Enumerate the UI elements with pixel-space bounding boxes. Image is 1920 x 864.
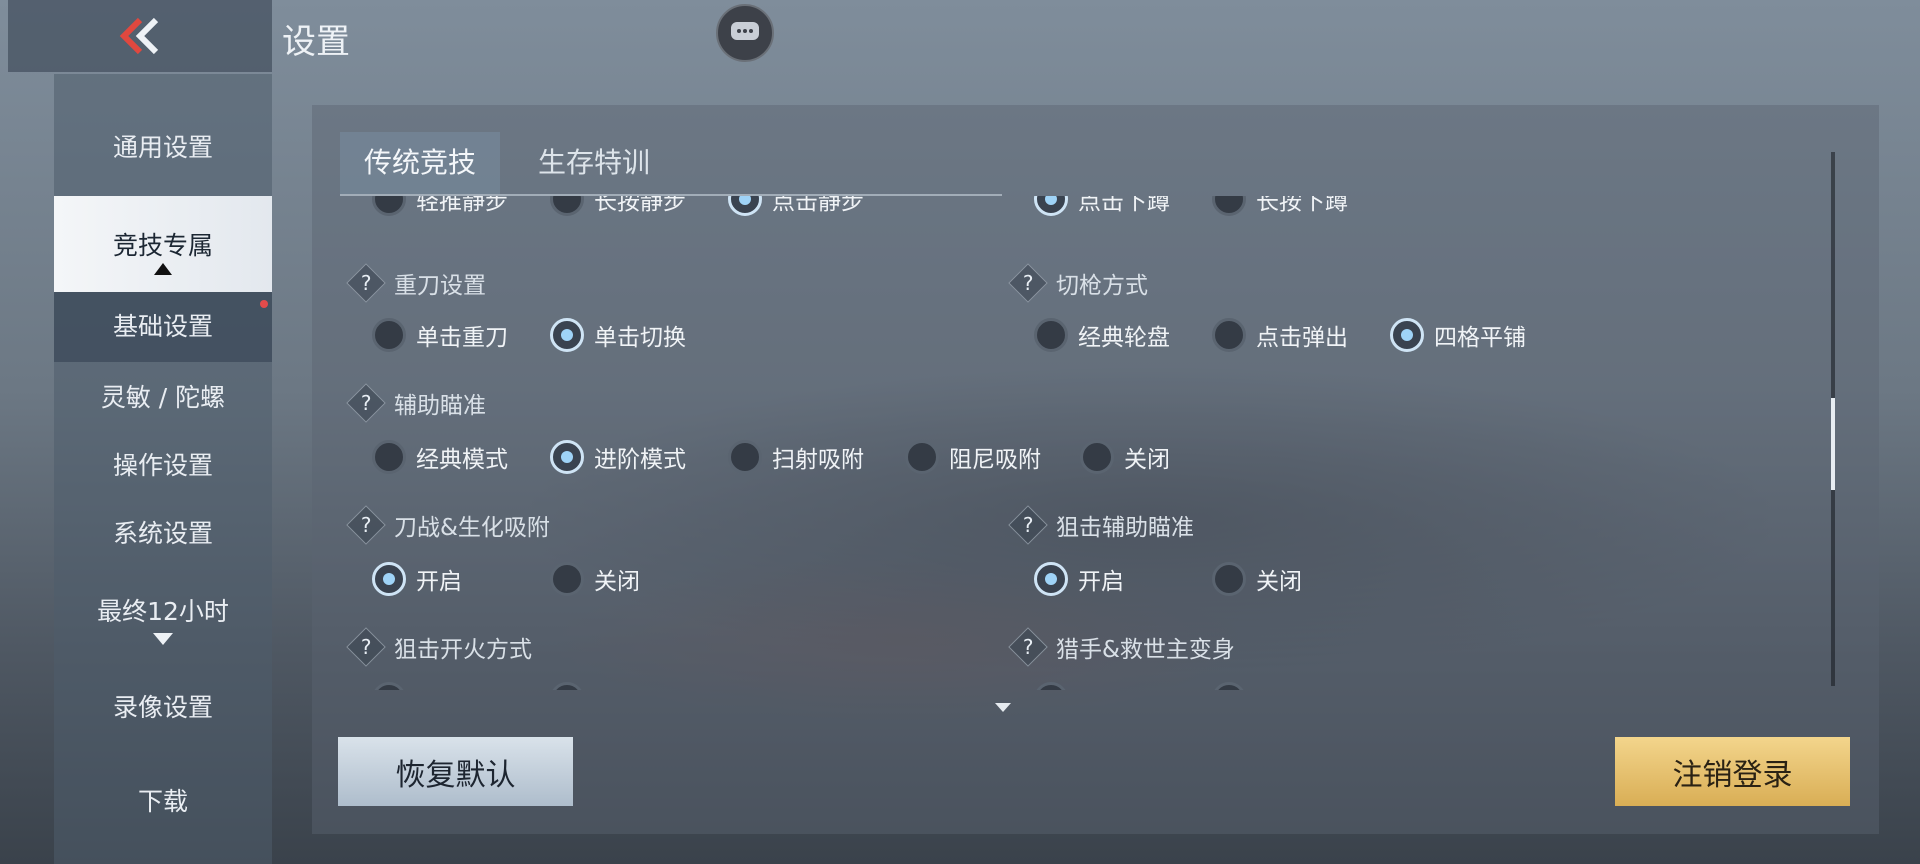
top-bar: 设置 — [0, 0, 1920, 72]
caret-down-icon — [153, 633, 173, 645]
radio-button[interactable] — [550, 562, 584, 596]
help-icon[interactable]: ? — [1008, 505, 1048, 545]
radio-button[interactable] — [728, 440, 762, 474]
setting-melee-adsorb-title: ? 刀战&生化吸附 — [346, 505, 550, 545]
sidebar-item-label: 竞技专属 — [112, 231, 213, 260]
settings-content: 轻推静步 长按静步 点击静步 点击下蹲 长按下蹲 ? 重刀设置 单击重刀 单击切换… — [340, 196, 1810, 690]
tab-survival[interactable]: 生存特训 — [514, 132, 674, 194]
radio-option[interactable]: 关闭 — [550, 562, 640, 596]
notification-dot — [260, 300, 268, 308]
setting-aim-assist-title: ? 辅助瞄准 — [346, 383, 486, 423]
radio-option[interactable]: 轻推静步 — [372, 196, 508, 216]
restore-defaults-button[interactable]: 恢复默认 — [338, 737, 573, 806]
radio-option[interactable]: 进阶模式 — [550, 440, 686, 474]
caret-up-icon — [154, 263, 172, 275]
radio-button[interactable] — [550, 682, 584, 690]
radio-button[interactable] — [372, 562, 406, 596]
radio-option[interactable]: 点击静步 — [728, 196, 864, 216]
radio-button[interactable] — [1034, 318, 1068, 352]
radio-option[interactable]: 长按静步 — [550, 196, 686, 216]
radio-option[interactable]: 单击切换 — [550, 318, 686, 352]
chat-bubble-icon — [731, 22, 759, 40]
tab-classic[interactable]: 传统竞技 — [340, 132, 501, 194]
page-title: 设置 — [282, 22, 350, 62]
radio-button[interactable] — [372, 682, 406, 690]
radio-button[interactable] — [1034, 682, 1068, 690]
radio-button[interactable] — [905, 440, 939, 474]
chat-button[interactable] — [716, 4, 774, 62]
radio-option[interactable]: 关闭 — [1212, 562, 1302, 596]
help-icon[interactable]: ? — [346, 505, 386, 545]
radio-option[interactable]: 经典模式 — [372, 440, 508, 474]
settings-sidebar: 通用设置 竞技专属 基础设置 灵敏 / 陀螺 操作设置 系统设置 最终12小时 … — [54, 74, 272, 864]
radio-button[interactable] — [1034, 196, 1068, 216]
radio-button[interactable] — [1212, 682, 1246, 690]
radio-option[interactable] — [1034, 682, 1078, 690]
help-icon[interactable]: ? — [346, 263, 386, 303]
double-chevron-left-icon — [119, 17, 159, 55]
radio-option[interactable]: 点击弹出 — [1212, 318, 1348, 352]
setting-heavy-blade-title: ? 重刀设置 — [346, 263, 486, 303]
radio-option[interactable]: 关闭 — [1080, 440, 1170, 474]
radio-button[interactable] — [1212, 196, 1246, 216]
scroll-down-indicator-icon — [995, 703, 1011, 712]
help-icon[interactable]: ? — [1008, 263, 1048, 303]
sidebar-item-sensitivity[interactable]: 灵敏 / 陀螺 — [54, 378, 272, 414]
radio-option[interactable] — [1212, 682, 1256, 690]
radio-option[interactable] — [550, 682, 594, 690]
radio-option[interactable]: 阻尼吸附 — [905, 440, 1041, 474]
radio-button[interactable] — [550, 318, 584, 352]
radio-option[interactable]: 单击重刀 — [372, 318, 508, 352]
radio-button[interactable] — [1212, 318, 1246, 352]
radio-button[interactable] — [1212, 562, 1246, 596]
radio-option[interactable]: 开启 — [372, 562, 462, 596]
help-icon[interactable]: ? — [1008, 627, 1048, 667]
setting-sniper-fire-title: ? 狙击开火方式 — [346, 627, 532, 667]
radio-button[interactable] — [550, 196, 584, 216]
sidebar-item-final-12h[interactable]: 最终12小时 — [54, 592, 272, 646]
radio-option[interactable]: 经典轮盘 — [1034, 318, 1170, 352]
sidebar-item-competitive[interactable]: 竞技专属 — [54, 196, 272, 292]
radio-button[interactable] — [1034, 562, 1068, 596]
radio-button[interactable] — [1390, 318, 1424, 352]
sidebar-item-controls[interactable]: 操作设置 — [54, 446, 272, 482]
radio-button[interactable] — [550, 440, 584, 474]
setting-sniper-assist-title: ? 狙击辅助瞄准 — [1008, 505, 1194, 545]
sidebar-item-download[interactable]: 下载 — [54, 782, 272, 818]
mode-tabs: 传统竞技 生存特训 — [340, 132, 1002, 196]
radio-option[interactable]: 长按下蹲 — [1212, 196, 1348, 216]
sidebar-item-general[interactable]: 通用设置 — [54, 128, 272, 164]
scrollbar-thumb[interactable] — [1831, 398, 1835, 490]
radio-option[interactable]: 开启 — [1034, 562, 1124, 596]
radio-button[interactable] — [372, 440, 406, 474]
logout-button[interactable]: 注销登录 — [1615, 737, 1850, 806]
help-icon[interactable]: ? — [346, 627, 386, 667]
radio-button[interactable] — [728, 196, 762, 216]
sidebar-item-system[interactable]: 系统设置 — [54, 514, 272, 550]
radio-option[interactable] — [372, 682, 416, 690]
back-button[interactable] — [8, 0, 272, 72]
radio-option[interactable]: 四格平铺 — [1390, 318, 1526, 352]
radio-button[interactable] — [372, 196, 406, 216]
sidebar-item-recording[interactable]: 录像设置 — [54, 688, 272, 724]
help-icon[interactable]: ? — [346, 383, 386, 423]
sidebar-item-basic[interactable]: 基础设置 — [54, 292, 272, 362]
radio-option[interactable]: 扫射吸附 — [728, 440, 864, 474]
radio-option[interactable]: 点击下蹲 — [1034, 196, 1170, 216]
radio-button[interactable] — [1080, 440, 1114, 474]
setting-weapon-switch-title: ? 切枪方式 — [1008, 263, 1148, 303]
setting-hunter-transform-title: ? 猎手&救世主变身 — [1008, 627, 1235, 667]
radio-button[interactable] — [372, 318, 406, 352]
